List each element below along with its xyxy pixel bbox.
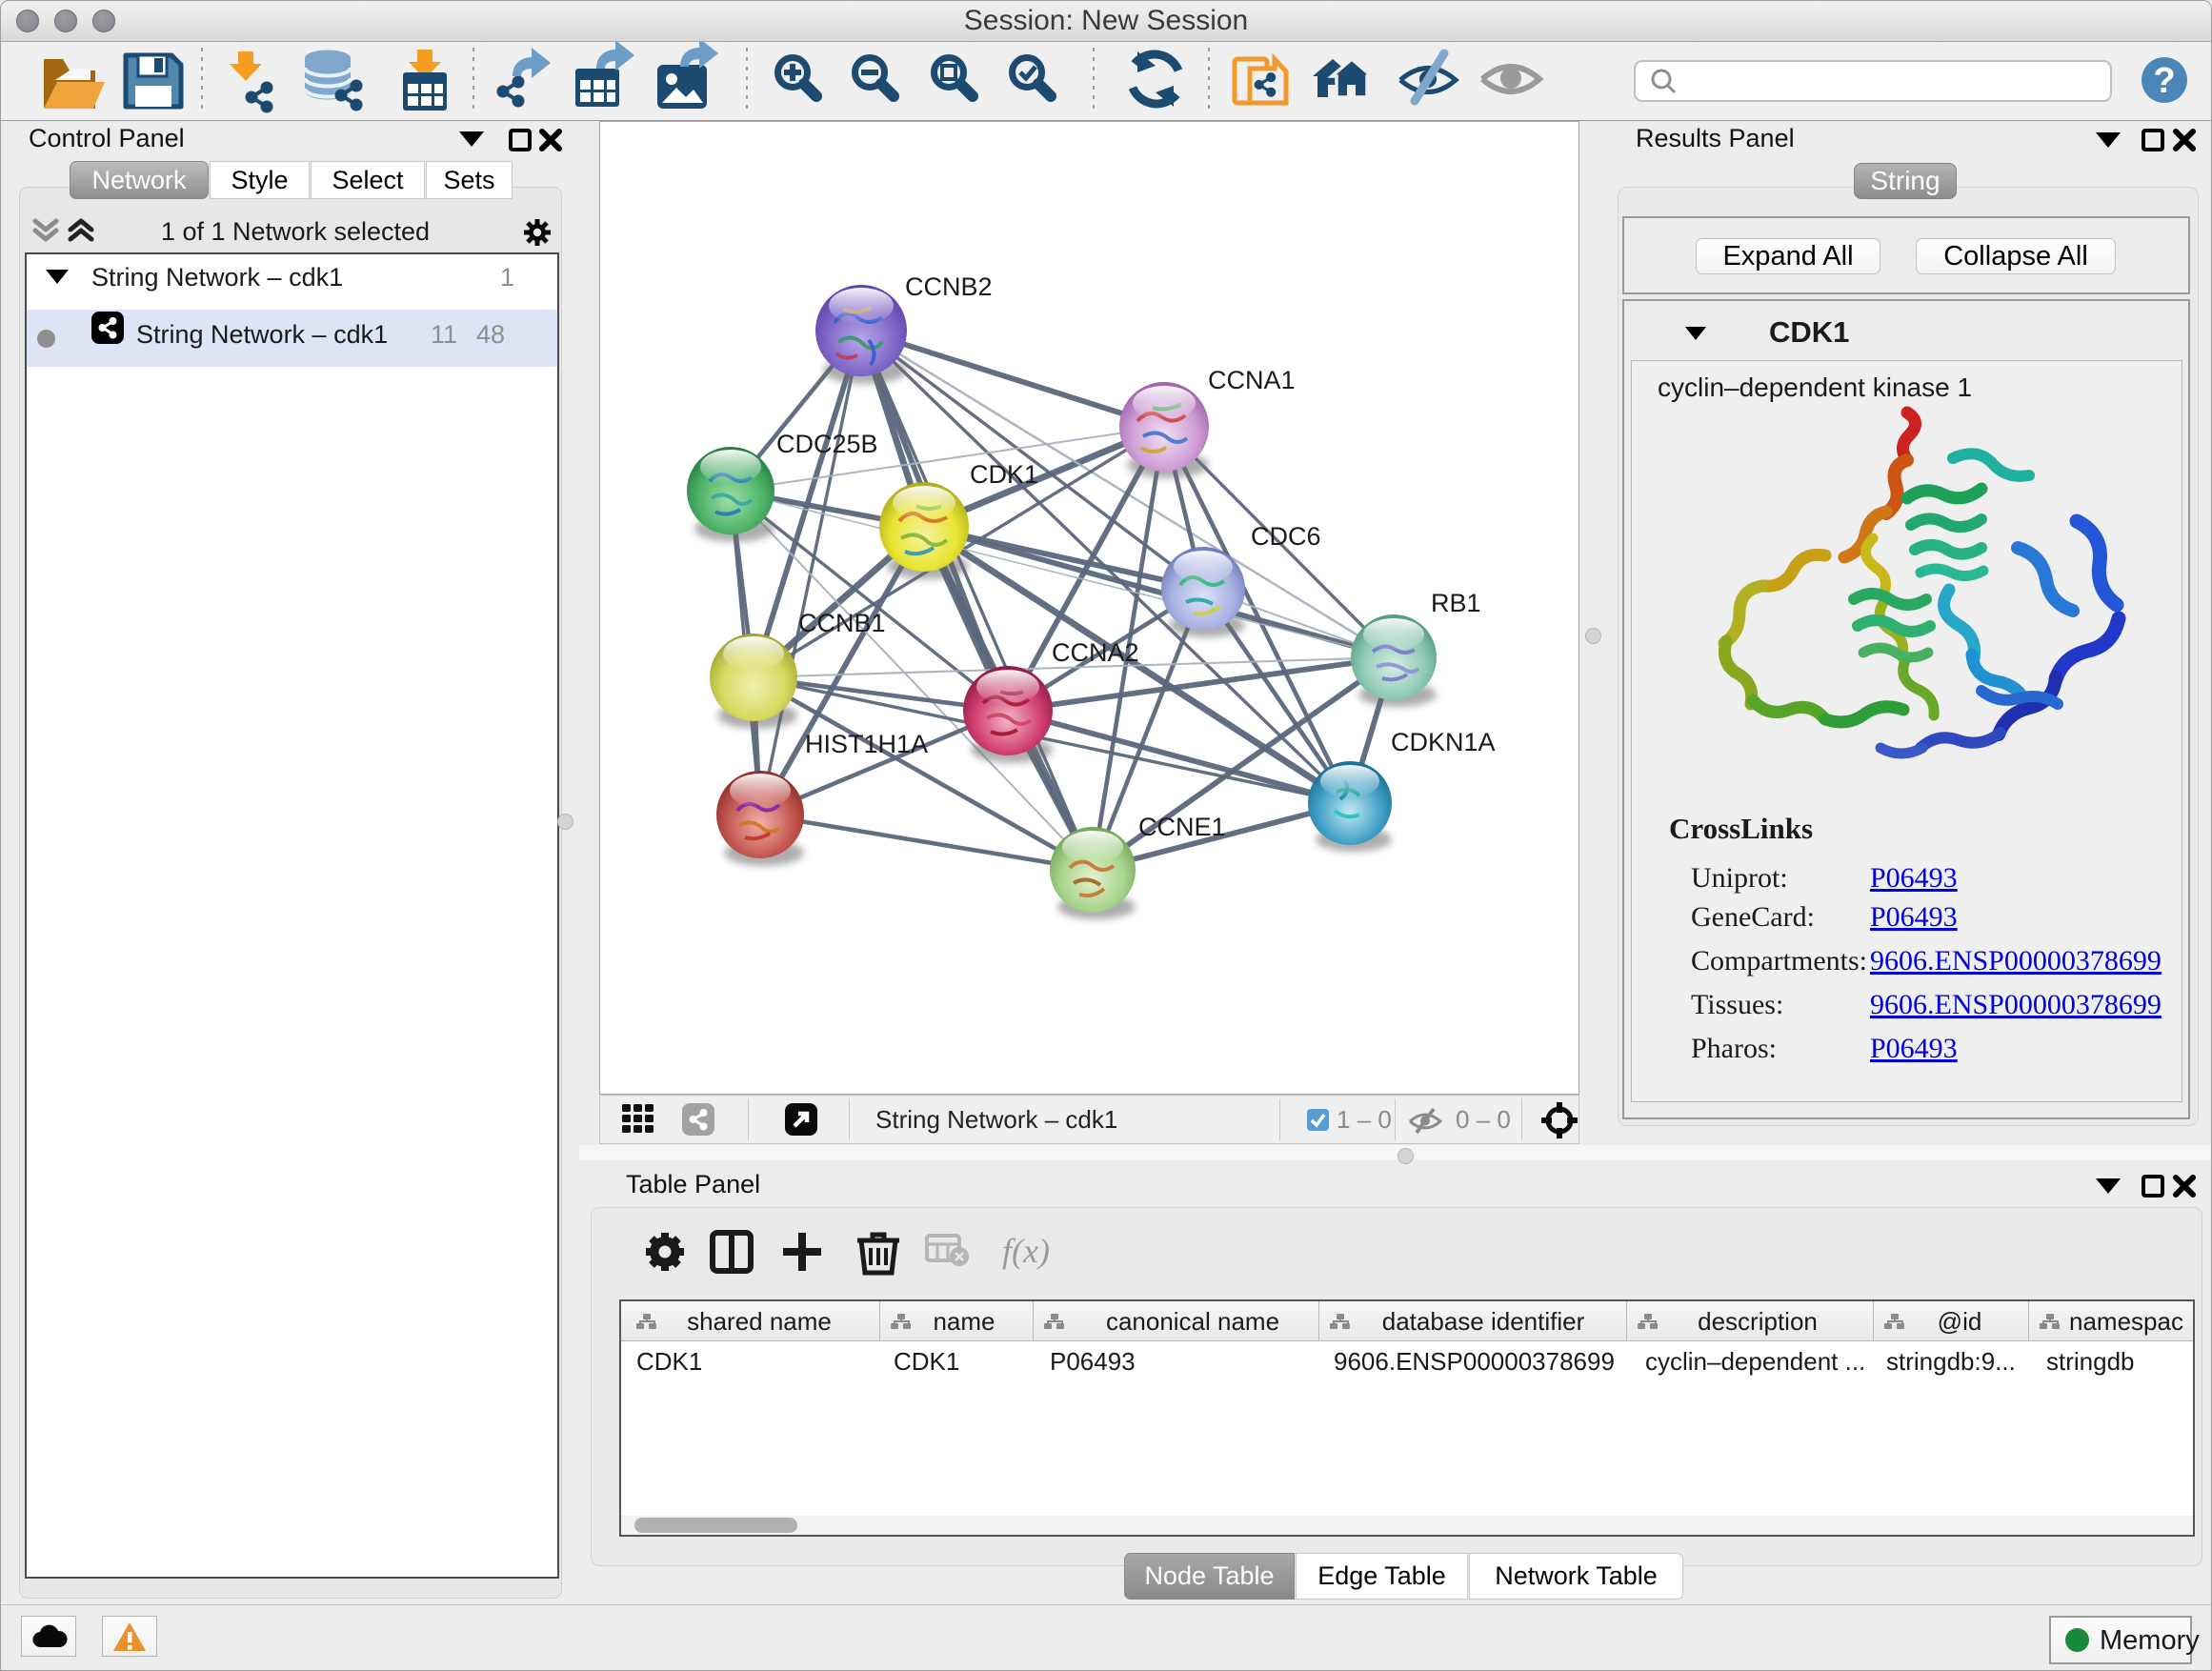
svg-text:description: description: [1698, 1307, 1818, 1336]
svg-text:CDC25B: CDC25B: [776, 430, 878, 458]
svg-text:CCNA2: CCNA2: [1052, 638, 1139, 667]
svg-text:f(x): f(x): [1002, 1232, 1050, 1270]
svg-text:CCNB1: CCNB1: [798, 609, 886, 637]
svg-text:CDK1: CDK1: [970, 460, 1038, 489]
svg-text:canonical name: canonical name: [1106, 1307, 1279, 1336]
svg-text:RB1: RB1: [1431, 589, 1481, 617]
svg-text:@id: @id: [1938, 1307, 1982, 1336]
svg-text:name: name: [933, 1307, 995, 1336]
svg-text:database identifier: database identifier: [1382, 1307, 1585, 1336]
svg-text:namespac: namespac: [2069, 1307, 2183, 1336]
svg-text:HIST1H1A: HIST1H1A: [805, 730, 928, 758]
svg-text:CDC6: CDC6: [1251, 522, 1321, 551]
svg-text:CCNA1: CCNA1: [1208, 366, 1296, 394]
svg-text:String Network – cdk1: String Network – cdk1: [875, 1105, 1117, 1134]
svg-text:CCNE1: CCNE1: [1138, 813, 1226, 841]
svg-text:CCNB2: CCNB2: [905, 272, 993, 301]
svg-text:shared name: shared name: [687, 1307, 832, 1336]
svg-text:1 – 0: 1 – 0: [1337, 1105, 1392, 1134]
svg-text:?: ?: [2153, 61, 2175, 101]
svg-text:CDKN1A: CDKN1A: [1391, 728, 1496, 756]
svg-text:0 – 0: 0 – 0: [1456, 1105, 1511, 1134]
